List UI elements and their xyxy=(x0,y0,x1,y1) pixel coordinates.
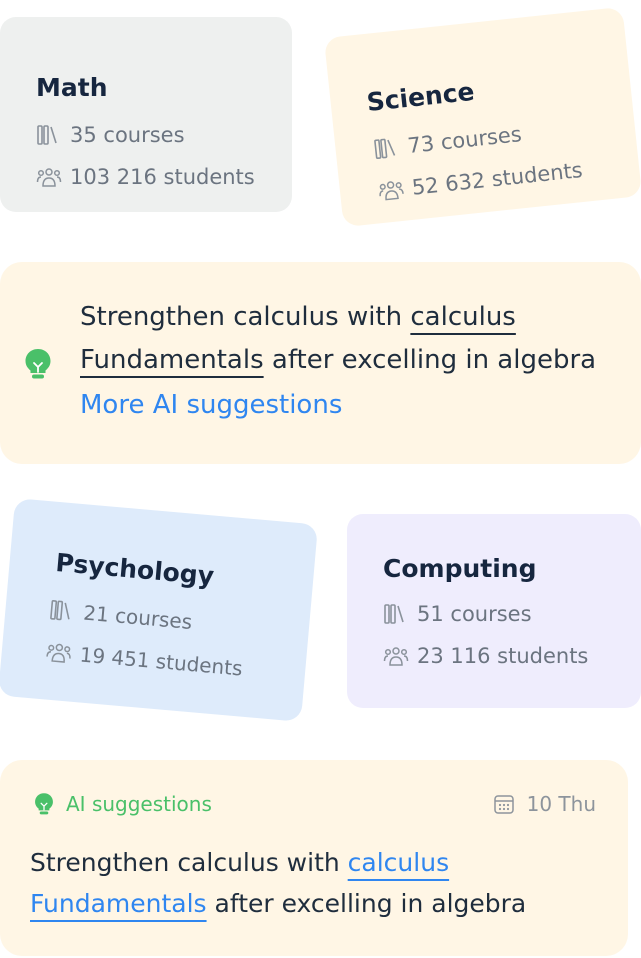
subject-title: Math xyxy=(36,73,108,102)
course-count: 51 courses xyxy=(383,602,532,626)
suggestion-text-before: Strengthen calculus with xyxy=(80,302,411,332)
subject-card-math[interactable]: Math 35 courses 103 216 students xyxy=(0,17,292,212)
course-count: 35 courses xyxy=(36,123,185,147)
student-count: 19 451 students xyxy=(45,639,244,681)
course-count-text: 51 courses xyxy=(417,602,532,626)
course-count-text: 35 courses xyxy=(70,123,185,147)
more-ai-suggestions-link[interactable]: More AI suggestions xyxy=(80,390,342,420)
ai-suggestions-header: AI suggestions xyxy=(34,792,212,816)
users-icon xyxy=(379,181,404,201)
users-icon xyxy=(36,168,62,187)
books-icon xyxy=(37,125,57,145)
course-count: 73 courses xyxy=(373,122,523,161)
books-icon xyxy=(374,138,396,160)
suggestion-text-after: after excelling in algebra xyxy=(206,889,527,918)
subject-title: Science xyxy=(365,76,476,117)
date-text: 10 Thu xyxy=(526,792,596,816)
student-count-text: 103 216 students xyxy=(70,165,255,189)
books-icon xyxy=(384,604,404,624)
users-icon xyxy=(383,647,409,666)
suggestion-text: Strengthen calculus with calculus Fundam… xyxy=(80,296,640,382)
suggestion-text-after: after excelling in algebra xyxy=(263,345,597,375)
student-count-text: 19 451 students xyxy=(78,642,244,681)
lightbulb-icon xyxy=(35,793,53,815)
subject-title: Psychology xyxy=(54,547,216,591)
ai-suggestion-card: Strengthen calculus with calculus Fundam… xyxy=(0,262,641,464)
student-count: 52 632 students xyxy=(377,158,584,203)
books-icon xyxy=(50,600,70,621)
student-count-text: 52 632 students xyxy=(410,157,584,200)
subject-card-psychology[interactable]: Psychology 21 courses 19 451 students xyxy=(0,498,319,722)
suggestion-text: Strengthen calculus with calculus Fundam… xyxy=(30,842,590,924)
subject-title: Computing xyxy=(383,554,537,583)
course-count-text: 21 courses xyxy=(82,600,194,634)
course-count: 21 courses xyxy=(49,598,194,634)
student-count: 103 216 students xyxy=(36,165,255,189)
ai-suggestions-heading: AI suggestions xyxy=(66,792,212,816)
student-count-text: 23 116 students xyxy=(417,644,589,668)
date-label: 10 Thu xyxy=(493,792,596,816)
course-count-text: 73 courses xyxy=(406,122,523,158)
student-count: 23 116 students xyxy=(383,644,588,668)
subject-card-computing[interactable]: Computing 51 courses 23 116 students xyxy=(347,514,641,708)
calendar-icon xyxy=(493,795,514,814)
users-icon xyxy=(46,643,71,663)
lightbulb-icon xyxy=(25,349,51,379)
subject-card-science[interactable]: Science 73 courses 52 632 students xyxy=(323,6,641,228)
ai-suggestions-panel: AI suggestions 10 Thu Strengthen calculu… xyxy=(0,760,628,956)
suggestion-text-before: Strengthen calculus with xyxy=(30,848,348,877)
